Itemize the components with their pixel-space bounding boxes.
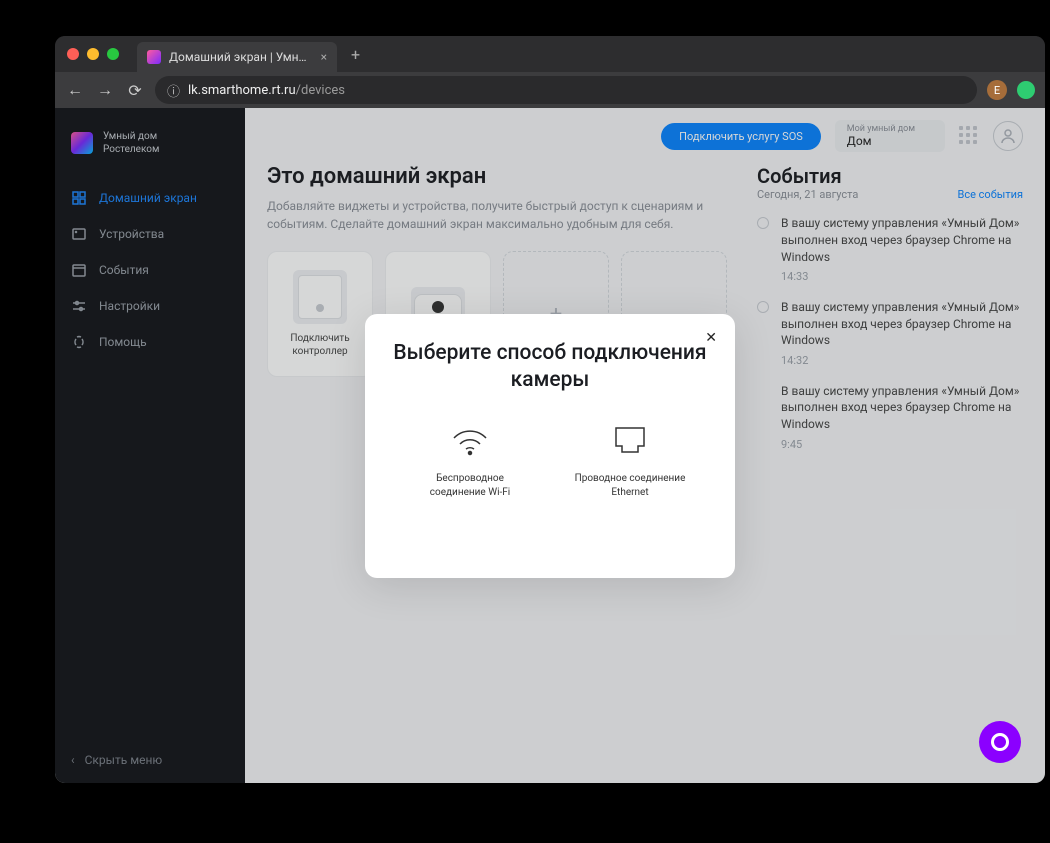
favicon-icon (147, 50, 161, 64)
profile-button[interactable]: E (987, 80, 1007, 100)
chat-fab-button[interactable] (979, 721, 1021, 763)
close-tab-button[interactable]: × (321, 50, 327, 64)
extension-icon[interactable] (1017, 81, 1035, 99)
browser-tab[interactable]: Домашний экран | Умный До... × (137, 42, 337, 72)
ethernet-icon (608, 424, 652, 458)
maximize-window-button[interactable] (107, 48, 119, 60)
url-path: /devices (296, 83, 345, 98)
app-root: Умный дом Ростелеком Домашний экран Устр… (55, 108, 1045, 783)
forward-button[interactable]: → (95, 80, 115, 100)
back-button[interactable]: ← (65, 80, 85, 100)
tab-title: Домашний экран | Умный До... (169, 50, 313, 64)
url-input[interactable]: ⓘ lk.smarthome.rt.ru/devices (155, 76, 977, 104)
option-label: Проводное соединение Ethernet (570, 472, 690, 500)
option-wifi[interactable]: Беспроводное соединение Wi-Fi (410, 424, 530, 500)
modal-backdrop[interactable]: ✕ Выберите способ подключения камеры (55, 108, 1045, 783)
close-window-button[interactable] (67, 48, 79, 60)
site-info-icon[interactable]: ⓘ (167, 81, 180, 100)
modal-title: Выберите способ подключения камеры (389, 340, 711, 395)
wifi-icon (448, 424, 492, 458)
chat-icon (991, 733, 1009, 751)
new-tab-button[interactable]: + (351, 45, 360, 64)
modal-close-button[interactable]: ✕ (705, 330, 717, 346)
address-bar: ← → ⟳ ⓘ lk.smarthome.rt.ru/devices E (55, 72, 1045, 108)
connect-camera-modal: ✕ Выберите способ подключения камеры (365, 314, 735, 578)
minimize-window-button[interactable] (87, 48, 99, 60)
url-host: lk.smarthome.rt.ru (188, 83, 296, 98)
option-label: Беспроводное соединение Wi-Fi (410, 472, 530, 500)
option-ethernet[interactable]: Проводное соединение Ethernet (570, 424, 690, 500)
toolbar-right: E (987, 80, 1035, 100)
browser-titlebar: Домашний экран | Умный До... × + (55, 36, 1045, 72)
modal-options: Беспроводное соединение Wi-Fi Проводное … (389, 424, 711, 500)
browser-window: Домашний экран | Умный До... × + ← → ⟳ ⓘ… (55, 36, 1045, 783)
window-controls (67, 48, 119, 60)
reload-button[interactable]: ⟳ (125, 81, 145, 100)
